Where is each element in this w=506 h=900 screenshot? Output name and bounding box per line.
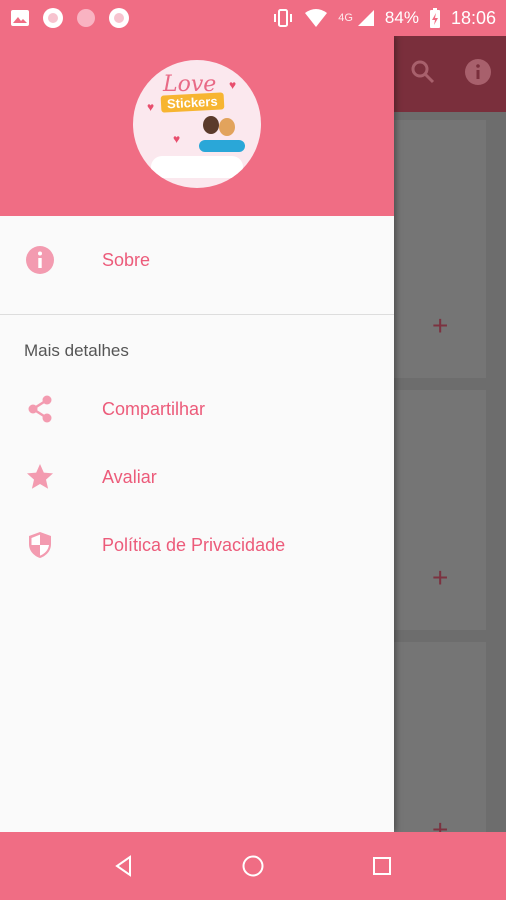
sticker-pack-card[interactable] [394,390,486,630]
home-icon[interactable] [233,846,273,886]
app-toolbar [394,36,506,112]
logo-text-stickers: Stickers [160,92,224,113]
section-title: Mais detalhes [24,341,129,360]
search-icon[interactable] [410,59,436,90]
menu-item-compartilhar[interactable]: Compartilhar [0,375,394,443]
menu-item-label: Sobre [102,249,151,270]
add-pack-button[interactable]: + [432,564,448,592]
menu-item-label: Avaliar [102,466,157,487]
drawer-header: Love Stickers ♥ ♥ ♥ [0,36,394,216]
add-pack-button[interactable]: + [432,312,448,340]
network-type: 4G [338,12,353,24]
shield-icon [24,529,56,561]
share-icon [24,393,56,425]
wifi-icon [304,8,328,28]
app-logo: Love Stickers ♥ ♥ ♥ [133,60,261,188]
recents-icon[interactable] [362,846,402,886]
battery-charging-icon [429,7,441,29]
app-circle-icon [76,8,96,28]
menu-item-sobre[interactable]: Sobre [0,226,394,294]
clock: 18:06 [450,7,496,28]
cloud-shape [151,156,243,178]
heart-icon: ♥ [147,100,155,114]
navigation-drawer: Love Stickers ♥ ♥ ♥ Sobre Mais detalhes … [0,36,394,832]
character-shape [203,116,219,134]
app-circle-icon [42,7,64,29]
plane-shape [199,140,245,152]
menu-item-avaliar[interactable]: Avaliar [0,443,394,511]
app-circle-icon [108,7,130,29]
menu-item-label: Política de Privacidade [102,534,286,555]
star-icon [24,461,56,493]
vibrate-icon [272,8,294,28]
heart-icon: ♥ [229,78,237,92]
status-bar: 4G 84% 18:06 [0,0,506,36]
divider [0,314,394,315]
menu-item-politica-privacidade[interactable]: Política de Privacidade [0,511,394,579]
signal-icon [357,9,375,27]
menu-item-label: Compartilhar [102,398,206,419]
back-icon[interactable] [104,846,144,886]
system-navigation-bar [0,832,506,900]
battery-percent: 84% [384,8,419,27]
sticker-pack-card[interactable] [394,642,486,842]
character-shape [219,118,235,136]
heart-icon: ♥ [173,132,181,146]
info-icon [24,244,56,276]
image-icon [10,8,30,28]
sticker-pack-list: + + + [394,112,506,844]
info-icon[interactable] [464,58,492,91]
